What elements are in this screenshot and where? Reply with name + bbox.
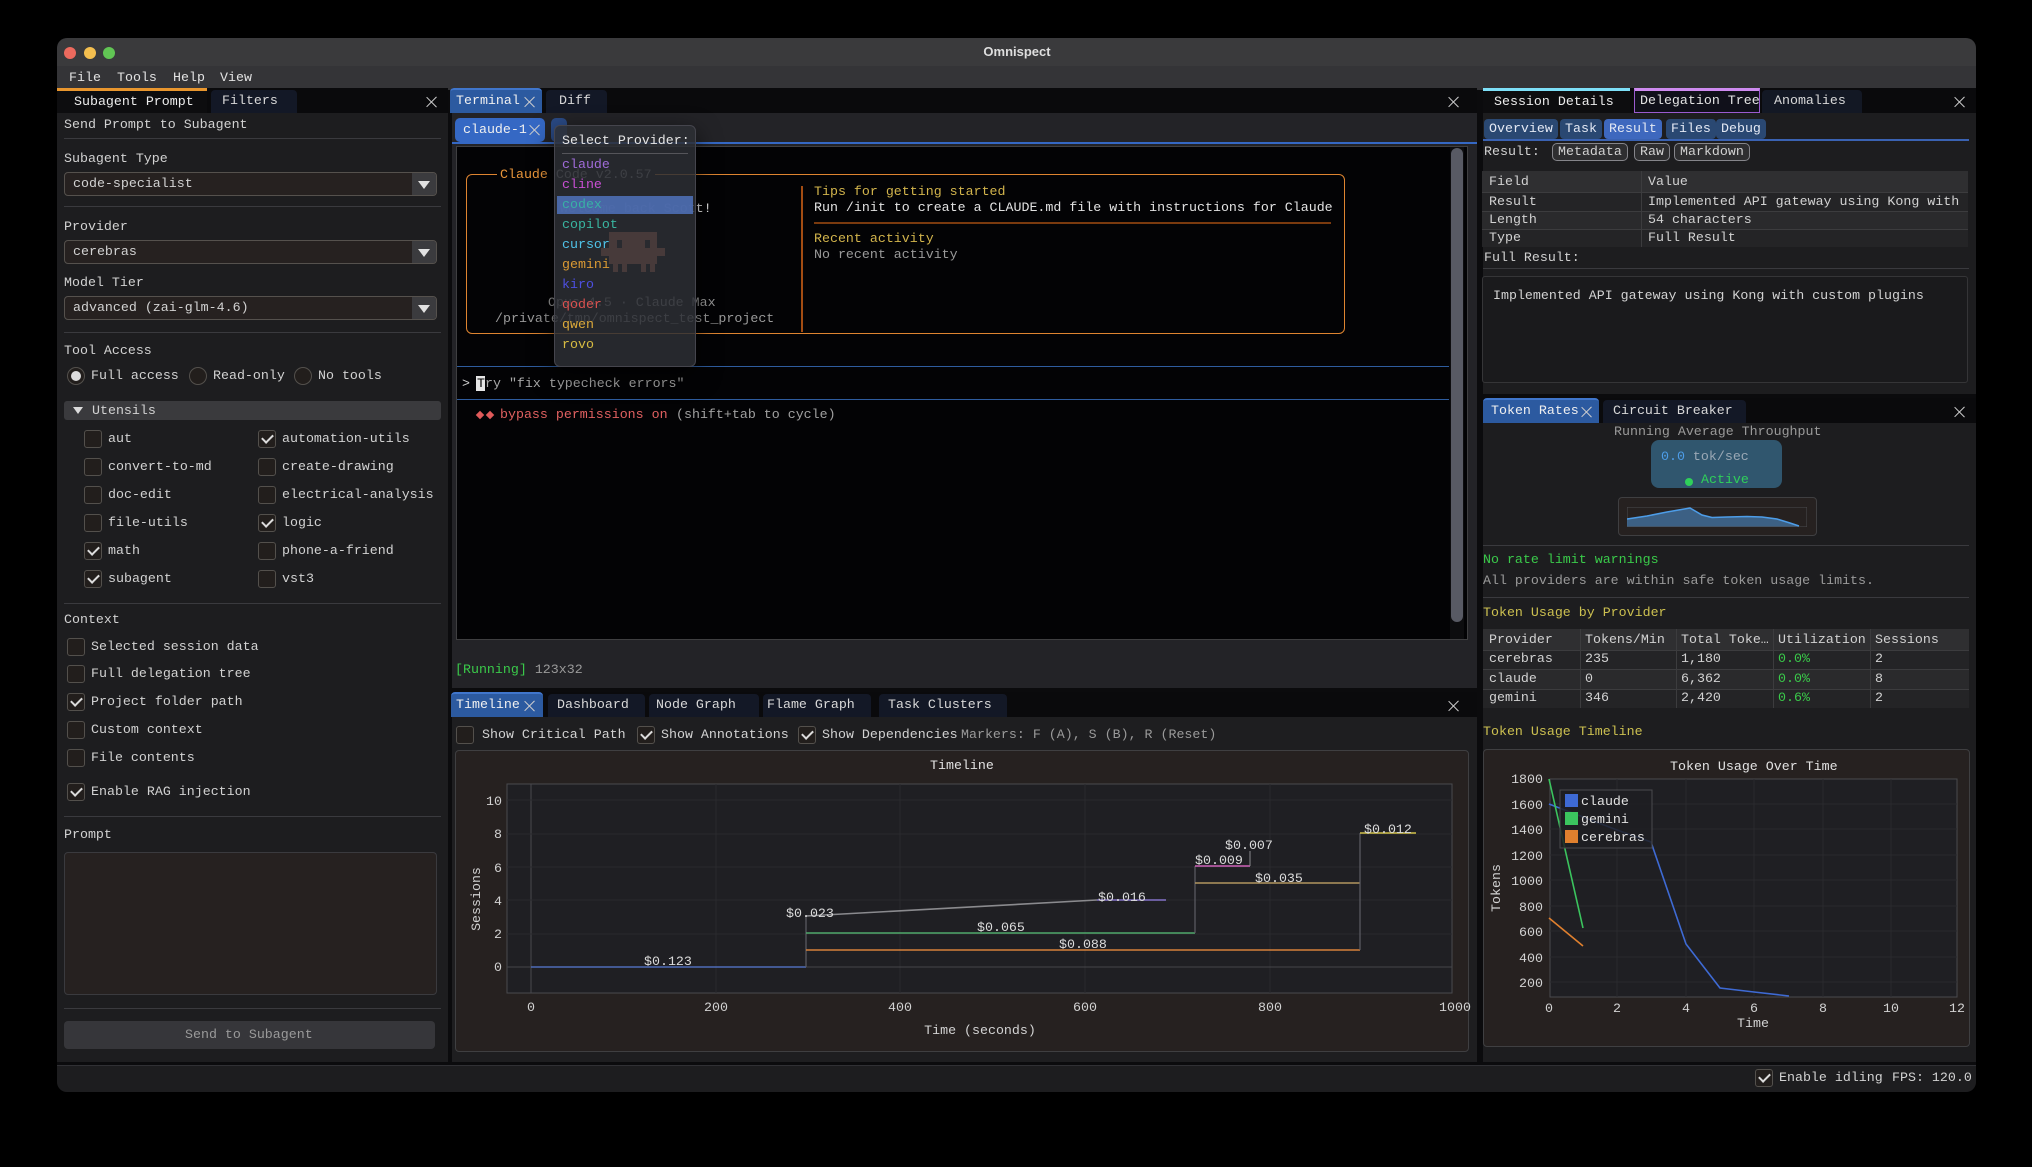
svg-text:10: 10 xyxy=(1883,1001,1899,1016)
svg-text:600: 600 xyxy=(1519,925,1543,940)
svg-text:2: 2 xyxy=(494,927,502,942)
svg-text:$0.065: $0.065 xyxy=(977,920,1025,935)
svg-text:4: 4 xyxy=(1682,1001,1690,1016)
svg-text:Sessions: Sessions xyxy=(469,867,484,931)
svg-text:2: 2 xyxy=(1613,1001,1621,1016)
svg-text:800: 800 xyxy=(1258,1000,1282,1015)
svg-text:Time: Time xyxy=(1737,1016,1769,1031)
svg-text:1800: 1800 xyxy=(1511,772,1543,787)
svg-text:0: 0 xyxy=(527,1000,535,1015)
svg-text:12: 12 xyxy=(1949,1001,1965,1016)
svg-text:400: 400 xyxy=(1519,951,1543,966)
svg-text:$0.088: $0.088 xyxy=(1059,937,1107,952)
svg-text:$0.023: $0.023 xyxy=(786,906,834,921)
svg-text:800: 800 xyxy=(1519,900,1543,915)
svg-text:600: 600 xyxy=(1073,1000,1097,1015)
svg-text:Time (seconds): Time (seconds) xyxy=(924,1023,1036,1038)
svg-text:$0.016: $0.016 xyxy=(1098,890,1146,905)
svg-text:$0.012: $0.012 xyxy=(1364,822,1412,837)
svg-text:cerebras: cerebras xyxy=(1581,830,1645,845)
svg-text:$0.009: $0.009 xyxy=(1195,853,1243,868)
svg-text:4: 4 xyxy=(494,894,502,909)
svg-text:1000: 1000 xyxy=(1511,874,1543,889)
svg-text:$0.123: $0.123 xyxy=(644,954,692,969)
svg-text:200: 200 xyxy=(1519,976,1543,991)
svg-text:0: 0 xyxy=(494,960,502,975)
svg-text:10: 10 xyxy=(486,794,502,809)
svg-text:0: 0 xyxy=(1545,1001,1553,1016)
svg-text:1200: 1200 xyxy=(1511,849,1543,864)
svg-text:$0.007: $0.007 xyxy=(1225,838,1273,853)
svg-text:1600: 1600 xyxy=(1511,798,1543,813)
svg-text:6: 6 xyxy=(1750,1001,1758,1016)
svg-text:gemini: gemini xyxy=(1581,812,1629,827)
svg-text:Tokens: Tokens xyxy=(1489,864,1504,912)
svg-text:8: 8 xyxy=(494,827,502,842)
svg-text:200: 200 xyxy=(704,1000,728,1015)
svg-text:8: 8 xyxy=(1819,1001,1827,1016)
svg-text:6: 6 xyxy=(494,861,502,876)
svg-text:400: 400 xyxy=(888,1000,912,1015)
svg-text:$0.035: $0.035 xyxy=(1255,871,1303,886)
svg-text:1400: 1400 xyxy=(1511,823,1543,838)
svg-text:claude: claude xyxy=(1581,794,1629,809)
svg-text:1000: 1000 xyxy=(1439,1000,1471,1015)
